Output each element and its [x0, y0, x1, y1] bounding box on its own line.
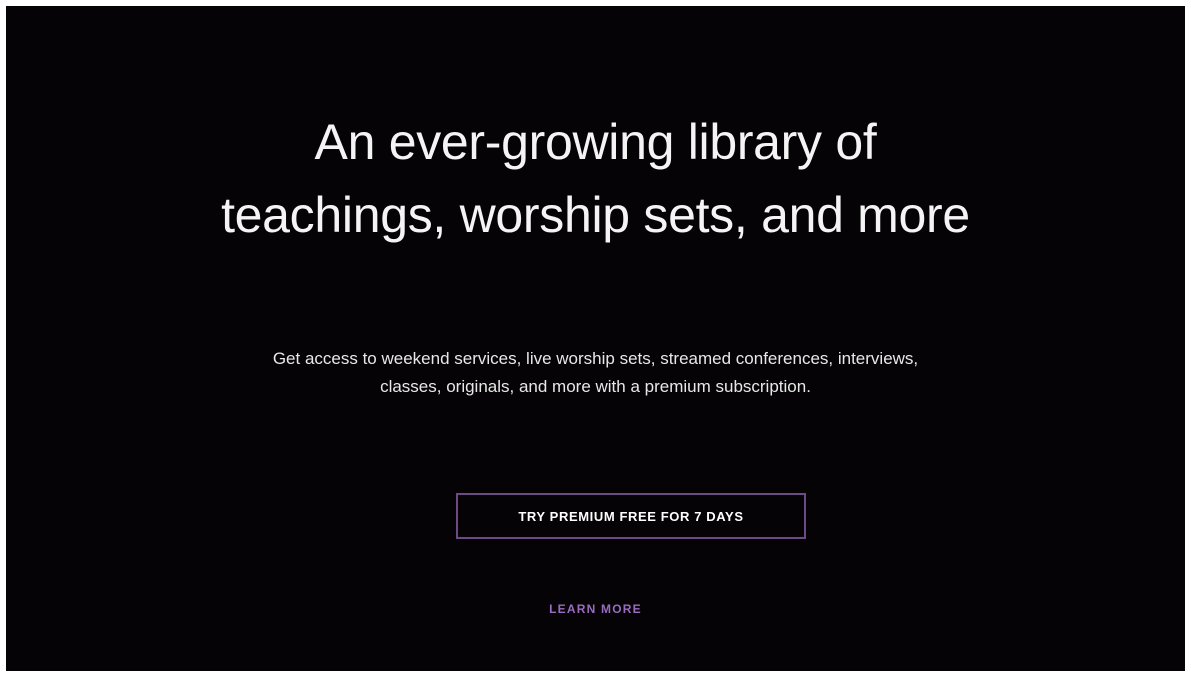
hero-headline: An ever-growing library of teachings, wo…: [221, 114, 970, 243]
learn-more-link[interactable]: LEARN MORE: [6, 602, 1185, 616]
try-premium-button[interactable]: TRY PREMIUM FREE FOR 7 DAYS: [456, 493, 806, 539]
hero-section: An ever-growing library of teachings, wo…: [6, 6, 1185, 671]
hero-subtext: Get access to weekend services, live wor…: [272, 349, 919, 396]
